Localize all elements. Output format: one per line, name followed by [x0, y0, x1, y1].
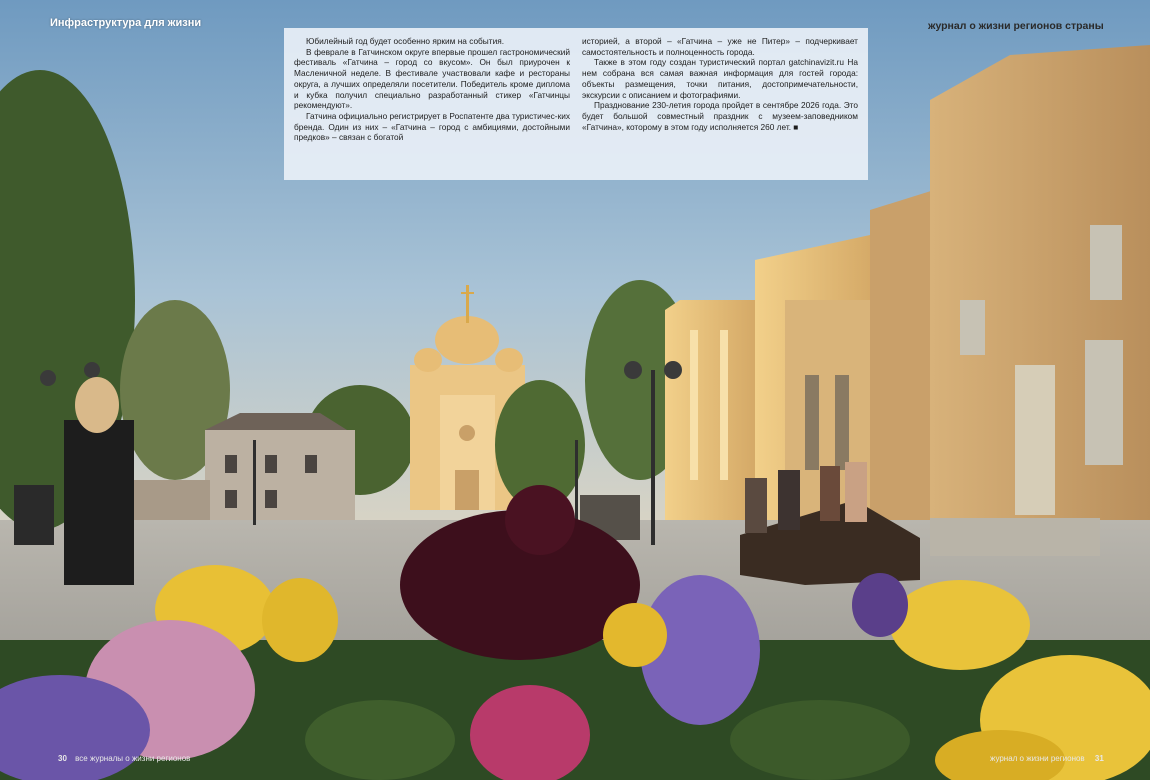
article-paragraph: В феврале в Гатчинском округе впервые пр… — [294, 46, 570, 111]
footer-right: журнал о жизни регионов 31 — [990, 754, 1104, 763]
section-title: Инфраструктура для жизни — [50, 17, 202, 29]
article-paragraph: Юбилейный год будет особенно ярким на со… — [306, 36, 505, 46]
article-paragraph: Празднование 230-летия города пройдет в … — [582, 100, 858, 132]
article-column-2: историей, а второй – «Гатчина – уже не П… — [582, 36, 858, 176]
article-paragraph: Гатчина официально регистрирует в Роспат… — [294, 110, 570, 143]
footer-left: 30 все журналы о жизни регионов — [58, 754, 190, 763]
page-number-right: 31 — [1094, 754, 1104, 763]
footer-right-text: журнал о жизни регионов — [990, 754, 1085, 763]
footer-left-text: все журналы о жизни регионов — [75, 754, 191, 763]
page-number-left: 30 — [58, 754, 67, 763]
article-paragraph: историей, а второй – «Гатчина – уже не П… — [582, 36, 858, 57]
article-text-box: Юбилейный год будет особенно ярким на со… — [284, 28, 868, 180]
article-column-1: Юбилейный год будет особенно ярким на со… — [294, 36, 570, 176]
article-paragraph: Также в этом году создан туристический п… — [582, 57, 858, 100]
magazine-tagline: журнал о жизни регионов страны — [928, 20, 1104, 32]
